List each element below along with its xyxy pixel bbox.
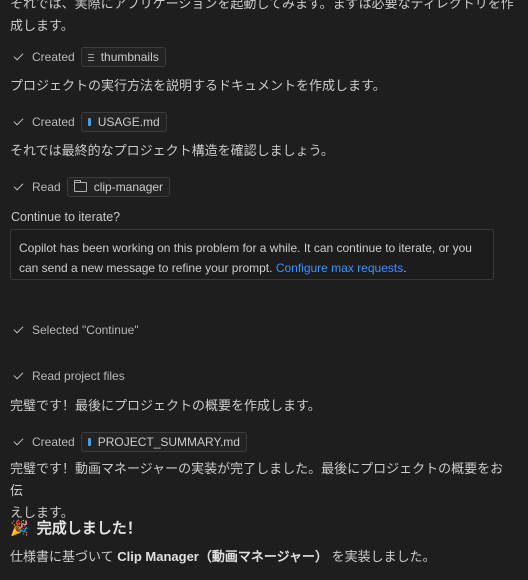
message-text: それでは、実際にアプリケーションを起動してみます。まずは必要なディレクトリを作: [10, 0, 514, 11]
check-icon: [13, 50, 24, 60]
action-label: Selected "Continue": [32, 323, 139, 337]
product-name: Clip Manager（動画マネージャー）: [117, 549, 328, 564]
action-read-clip-manager: Read clip-manager: [11, 177, 171, 197]
chip-label: thumbnails: [100, 50, 159, 64]
message-text: を実装しました。: [327, 549, 436, 564]
folder-icon: [73, 180, 87, 192]
message-text: 完璧です！最後にプロジェクトの概要を作成します。: [10, 398, 321, 413]
iterate-label: Continue to iterate?: [11, 210, 121, 224]
file-chip-project-summary-md[interactable]: PROJECT_SUMMARY.md: [80, 432, 247, 452]
message-text: 仕様書に基づいて: [10, 549, 118, 564]
message-paragraph: 完璧です！動画マネージャーの実装が完了しました。最後にプロジェクトの概要をお伝 …: [10, 458, 514, 524]
file-chip-usage-md[interactable]: USAGE.md: [80, 112, 167, 132]
check-icon: [13, 369, 24, 379]
action-label: Read: [32, 180, 61, 194]
chip-label: USAGE.md: [97, 115, 160, 129]
file-chip-thumbnails[interactable]: thumbnails: [80, 47, 166, 67]
action-created-usage: Created USAGE.md: [11, 112, 167, 132]
completion-heading: 🎉 完成しました！: [10, 517, 142, 538]
message-paragraph: 仕様書に基づいて Clip Manager（動画マネージャー） を実装しました。: [10, 546, 514, 568]
markdown-file-icon: [87, 438, 91, 446]
check-icon: [13, 435, 24, 445]
action-label: Created: [32, 50, 75, 64]
message-text: プロジェクトの実行方法を説明するドキュメントを作成します。: [10, 78, 386, 93]
iterate-notice-box: Copilot has been working on this problem…: [10, 229, 494, 280]
message-text: 完璧です！動画マネージャーの実装が完了しました。最後にプロジェクトの概要をお伝: [10, 461, 504, 498]
markdown-file-icon: [87, 118, 91, 126]
message-paragraph: プロジェクトの実行方法を説明するドキュメントを作成します。: [10, 75, 514, 97]
action-label: Read project files: [32, 369, 125, 383]
file-lines-icon: [87, 53, 94, 61]
check-icon: [13, 115, 24, 125]
chat-panel: それでは、実際にアプリケーションを起動してみます。まずは必要なディレクトリを作 …: [0, 0, 528, 580]
action-created-thumbnails: Created thumbnails: [11, 47, 166, 67]
party-popper-icon: 🎉: [10, 519, 29, 537]
check-icon: [13, 323, 24, 333]
message-paragraph: それでは、実際にアプリケーションを起動してみます。まずは必要なディレクトリを作 …: [10, 0, 514, 37]
check-icon: [13, 180, 24, 190]
action-label: Created: [32, 115, 75, 129]
folder-chip-clip-manager[interactable]: clip-manager: [66, 177, 171, 197]
action-created-project-summary: Created PROJECT_SUMMARY.md: [11, 432, 247, 452]
message-text: それでは最終的なプロジェクト構造を確認しましょう。: [10, 143, 334, 158]
configure-max-requests-link[interactable]: Configure max requests: [276, 261, 403, 275]
chip-label: clip-manager: [93, 180, 164, 194]
message-text: 成します。: [10, 18, 74, 33]
heading-text: 完成しました！: [36, 520, 142, 537]
action-selected-continue: Selected "Continue": [11, 320, 139, 340]
iterate-period: .: [403, 261, 407, 275]
message-paragraph: 完璧です！最後にプロジェクトの概要を作成します。: [10, 395, 514, 417]
action-label: Created: [32, 435, 75, 449]
chip-label: PROJECT_SUMMARY.md: [97, 435, 240, 449]
message-paragraph: それでは最終的なプロジェクト構造を確認しましょう。: [10, 140, 514, 162]
action-read-project-files: Read project files: [11, 366, 125, 386]
